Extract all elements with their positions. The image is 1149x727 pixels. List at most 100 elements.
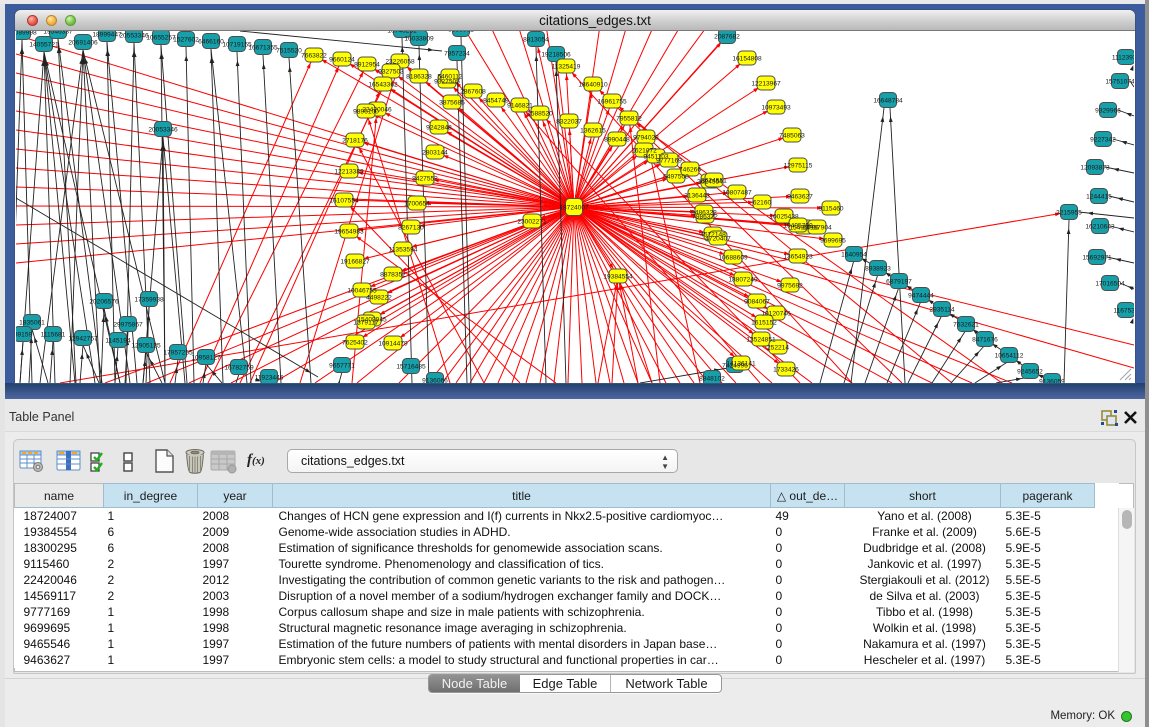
svg-text:9486322: 9486322 bbox=[691, 210, 717, 217]
svg-text:9660124: 9660124 bbox=[329, 57, 355, 64]
svg-text:16154808: 16154808 bbox=[732, 56, 762, 63]
svg-text:1588520: 1588520 bbox=[527, 111, 553, 118]
svg-text:9136059: 9136059 bbox=[1039, 379, 1065, 384]
svg-text:9777169: 9777169 bbox=[656, 158, 682, 165]
svg-text:9975692: 9975692 bbox=[777, 283, 803, 290]
svg-text:8878352: 8878352 bbox=[380, 272, 406, 279]
svg-text:9242848: 9242848 bbox=[426, 125, 452, 132]
svg-text:8267130: 8267130 bbox=[398, 225, 424, 232]
svg-text:20691406: 20691406 bbox=[68, 40, 98, 47]
svg-text:11353594: 11353594 bbox=[389, 247, 418, 254]
svg-text:1379117: 1379117 bbox=[353, 320, 379, 327]
svg-text:10654112: 10654112 bbox=[995, 353, 1024, 360]
svg-text:1640954: 1640954 bbox=[841, 252, 867, 259]
svg-text:16648784: 16648784 bbox=[873, 98, 903, 105]
svg-text:2803144: 2803144 bbox=[422, 150, 448, 157]
svg-text:9084067: 9084067 bbox=[744, 299, 770, 306]
svg-text:8912954: 8912954 bbox=[354, 62, 380, 69]
svg-text:10120746: 10120746 bbox=[761, 311, 791, 318]
svg-text:10914479: 10914479 bbox=[378, 341, 408, 348]
svg-text:9146821: 9146821 bbox=[507, 103, 533, 110]
svg-text:7663822: 7663822 bbox=[301, 53, 327, 60]
svg-text:11325419: 11325419 bbox=[552, 64, 581, 71]
svg-text:8427552: 8427552 bbox=[412, 176, 438, 183]
svg-text:20206576: 20206576 bbox=[89, 299, 119, 306]
svg-text:16671355: 16671355 bbox=[248, 45, 278, 52]
svg-text:10807487: 10807487 bbox=[722, 190, 752, 197]
svg-text:3215955: 3215955 bbox=[1056, 210, 1082, 217]
svg-text:1733426: 1733426 bbox=[773, 367, 799, 374]
svg-text:16543362: 16543362 bbox=[368, 82, 398, 89]
svg-text:9474444: 9474444 bbox=[908, 293, 934, 300]
svg-text:11923446: 11923446 bbox=[255, 375, 284, 382]
svg-text:20053346: 20053346 bbox=[148, 127, 178, 134]
svg-text:19166827: 19166827 bbox=[340, 259, 370, 266]
svg-text:19495790: 19495790 bbox=[783, 223, 813, 230]
svg-text:2935114: 2935114 bbox=[929, 307, 955, 314]
svg-text:19546337: 19546337 bbox=[43, 31, 73, 36]
svg-text:2087682: 2087682 bbox=[714, 34, 740, 41]
svg-text:8938923: 8938923 bbox=[865, 266, 891, 273]
svg-text:252214: 252214 bbox=[767, 345, 789, 352]
svg-text:8186328: 8186328 bbox=[406, 74, 432, 81]
svg-text:7625402: 7625402 bbox=[342, 340, 368, 347]
svg-text:6497508: 6497508 bbox=[663, 174, 689, 181]
svg-text:10046755: 10046755 bbox=[347, 288, 377, 295]
svg-text:1167533: 1167533 bbox=[1113, 308, 1134, 315]
svg-text:16782759: 16782759 bbox=[224, 365, 254, 372]
svg-text:18724007: 18724007 bbox=[559, 205, 589, 212]
svg-text:8454749: 8454749 bbox=[483, 98, 509, 105]
svg-text:5460112: 5460112 bbox=[437, 74, 463, 81]
svg-text:8471676: 8471676 bbox=[972, 337, 998, 344]
svg-text:15751074: 15751074 bbox=[1105, 79, 1134, 86]
svg-text:18640910: 18640910 bbox=[578, 82, 608, 89]
svg-text:10958127: 10958127 bbox=[191, 355, 221, 362]
svg-text:16089998: 16089998 bbox=[16, 31, 37, 37]
svg-text:16746251: 16746251 bbox=[387, 31, 417, 35]
svg-text:62160: 62160 bbox=[753, 200, 772, 207]
svg-text:9463627: 9463627 bbox=[787, 194, 813, 201]
svg-text:8813054: 8813054 bbox=[523, 37, 549, 44]
svg-text:1362615: 1362615 bbox=[580, 128, 606, 135]
svg-text:7955812: 7955812 bbox=[616, 116, 642, 123]
svg-text:4498222: 4498222 bbox=[366, 295, 392, 302]
svg-text:17359938: 17359938 bbox=[134, 297, 164, 304]
svg-text:12905135: 12905135 bbox=[131, 343, 161, 350]
svg-text:1145194: 1145194 bbox=[105, 338, 131, 345]
svg-text:8322037: 8322037 bbox=[556, 119, 582, 126]
svg-text:15692971: 15692971 bbox=[1082, 255, 1112, 262]
svg-text:11123936: 11123936 bbox=[1112, 55, 1134, 62]
svg-text:12975115: 12975115 bbox=[784, 163, 813, 170]
svg-text:1835061: 1835061 bbox=[19, 320, 45, 327]
svg-text:18999447: 18999447 bbox=[92, 32, 122, 39]
svg-text:9794028: 9794028 bbox=[633, 135, 659, 142]
svg-text:7632621: 7632621 bbox=[953, 322, 979, 329]
svg-text:7857234: 7857234 bbox=[444, 51, 470, 58]
svg-text:9245652: 9245652 bbox=[1017, 369, 1043, 376]
svg-text:39159: 39159 bbox=[16, 332, 32, 339]
svg-text:14136141: 14136141 bbox=[726, 361, 756, 368]
svg-text:20553346: 20553346 bbox=[119, 33, 149, 40]
svg-text:12213967: 12213967 bbox=[751, 81, 781, 88]
svg-text:12213389: 12213389 bbox=[334, 169, 364, 176]
svg-text:19218506: 19218506 bbox=[541, 52, 571, 59]
svg-text:10025438: 10025438 bbox=[769, 214, 799, 221]
svg-text:14055721: 14055721 bbox=[29, 42, 59, 49]
svg-text:10655257: 10655257 bbox=[146, 35, 176, 42]
svg-text:13654923: 13654923 bbox=[783, 254, 813, 261]
svg-text:6879197: 6879197 bbox=[886, 279, 912, 286]
svg-text:1115681: 1115681 bbox=[41, 332, 66, 339]
svg-text:23002271: 23002271 bbox=[517, 219, 547, 226]
svg-text:1244415: 1244415 bbox=[1086, 194, 1112, 201]
svg-text:6466160: 6466160 bbox=[198, 39, 224, 46]
svg-text:12093873: 12093873 bbox=[1080, 165, 1110, 172]
svg-text:2718176: 2718176 bbox=[342, 138, 368, 145]
svg-text:3624551: 3624551 bbox=[701, 178, 727, 185]
svg-text:16210643: 16210643 bbox=[1085, 224, 1115, 231]
svg-text:9327503: 9327503 bbox=[378, 69, 404, 76]
svg-text:16961755: 16961755 bbox=[597, 99, 627, 106]
svg-text:8990448: 8990448 bbox=[604, 137, 630, 144]
svg-text:9227342: 9227342 bbox=[1090, 137, 1116, 144]
svg-text:3875685: 3875685 bbox=[439, 100, 465, 107]
svg-text:8885962: 8885962 bbox=[448, 31, 474, 34]
